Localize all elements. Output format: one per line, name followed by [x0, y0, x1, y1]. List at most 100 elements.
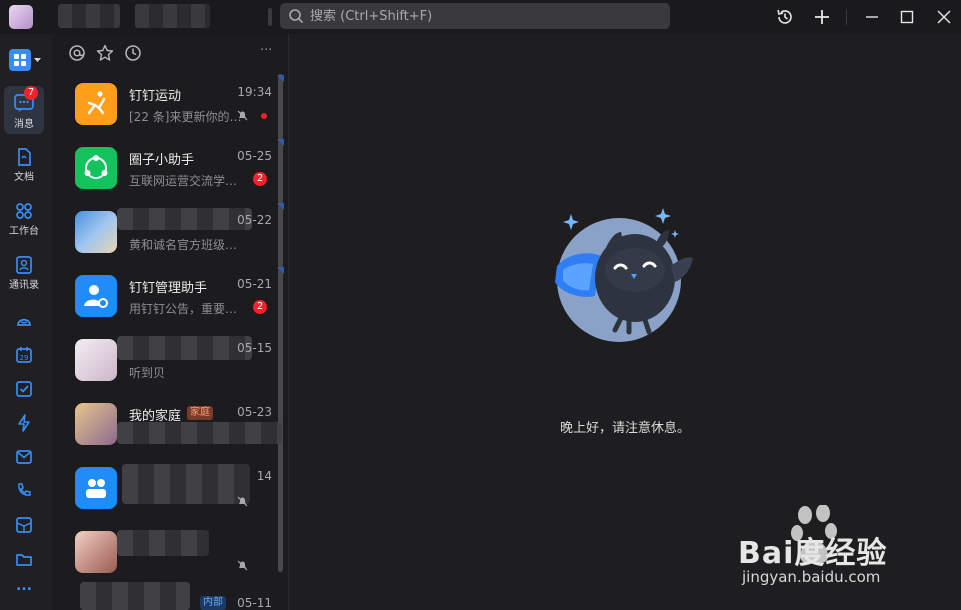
- chat-item-family[interactable]: 我的家庭 家庭 05-23: [72, 394, 282, 452]
- owl-mascot-illustration: [555, 208, 693, 342]
- chat-avatar: [75, 83, 117, 125]
- chat-time: 14: [256, 469, 272, 483]
- chat-item-circle-helper[interactable]: 圈子小助手 05-25 互联网运营交流学习圈 2: [72, 138, 284, 196]
- watermark-brand: Bai度经验: [738, 536, 888, 571]
- chat-avatar: [75, 147, 117, 189]
- chat-time: 05-21: [237, 277, 272, 291]
- watermark-url: jingyan.baidu.com: [742, 568, 881, 586]
- nav-messages-label: 消息: [14, 119, 34, 130]
- chat-avatar: [75, 211, 117, 253]
- chat-time: 05-25: [237, 149, 272, 163]
- admin-user-icon: [84, 285, 108, 308]
- workspace-switcher[interactable]: [9, 49, 43, 74]
- chat-preview: 黄和诚名官方班级群...: [129, 238, 247, 252]
- add-button[interactable]: [810, 5, 834, 29]
- blurred-chat-name: [117, 336, 252, 360]
- chat-preview: 听到贝: [129, 366, 166, 380]
- clock-icon[interactable]: [124, 44, 142, 62]
- nav-folder[interactable]: [4, 549, 44, 569]
- mail-icon: [16, 450, 32, 464]
- pin-corner: [277, 75, 284, 82]
- blurred-org-name: [135, 4, 210, 28]
- nav-calendar[interactable]: 29: [4, 345, 44, 365]
- mention-icon[interactable]: [68, 44, 86, 62]
- nav-docs[interactable]: 文档: [4, 147, 44, 183]
- mute-bell-icon: [237, 496, 248, 507]
- checkbox-icon: [16, 381, 32, 397]
- chat-list-pane: ··· 钉钉运动 19:34 [22 条]来更新你的运动数据吧 圈子小助手 05…: [52, 34, 289, 610]
- nav-rail: 消息 7 文档 工作台 通讯录 29 ...: [0, 34, 52, 610]
- close-button[interactable]: [932, 5, 956, 29]
- chat-avatar: [75, 467, 117, 509]
- blurred-chat-name: [117, 208, 252, 230]
- messages-unread-badge: 7: [24, 86, 38, 100]
- folder-icon: [16, 554, 32, 566]
- search-input[interactable]: [310, 8, 650, 24]
- history-icon: [777, 9, 792, 24]
- plus-icon: [815, 10, 829, 24]
- chat-time: 05-15: [237, 341, 272, 355]
- workbench-icon: [16, 203, 32, 219]
- pin-corner: [277, 139, 284, 146]
- chat-name: 圈子小助手: [129, 153, 195, 168]
- chat-preview: 用钉钉公告，重要信息: [129, 302, 247, 316]
- grid-apps-icon: [9, 49, 41, 71]
- chat-list-header: ···: [52, 34, 288, 70]
- chat-item-ding-sport[interactable]: 钉钉运动 19:34 [22 条]来更新你的运动数据吧: [72, 74, 284, 132]
- nav-workbench[interactable]: 工作台: [4, 201, 44, 237]
- blurred-chat-name: [117, 530, 209, 556]
- chat-time: 19:34: [237, 85, 272, 99]
- minimize-button[interactable]: [860, 5, 884, 29]
- search-bar[interactable]: [280, 3, 670, 29]
- chat-list-scrollbar[interactable]: [278, 74, 283, 572]
- chat-item-work-group[interactable]: 14: [72, 458, 272, 516]
- running-icon: [87, 91, 106, 115]
- chat-item-blurred-2[interactable]: [72, 522, 272, 580]
- maximize-button[interactable]: [895, 5, 919, 29]
- group-icon: [86, 479, 106, 498]
- nav-phone[interactable]: [4, 481, 44, 501]
- titlebar-divider: [846, 9, 847, 25]
- title-bar: [0, 0, 961, 34]
- nav-box[interactable]: [4, 515, 44, 535]
- nav-ding[interactable]: [4, 311, 44, 331]
- star-icon[interactable]: [96, 44, 114, 62]
- nav-contacts[interactable]: 通讯录: [4, 255, 44, 291]
- nav-workbench-label: 工作台: [9, 226, 39, 237]
- blurred-chat-name: [122, 464, 250, 504]
- chat-avatar: [75, 531, 117, 573]
- lightning-icon: [18, 414, 30, 432]
- blurred-username: [58, 4, 120, 28]
- calendar-day: 29: [20, 354, 29, 362]
- maximize-icon: [900, 10, 914, 24]
- greeting-text: 晚上好，请注意休息。: [559, 421, 690, 436]
- nav-more[interactable]: ...: [4, 578, 44, 594]
- nav-mail[interactable]: [4, 447, 44, 467]
- chat-avatar: [75, 403, 117, 445]
- chat-item-blurred-1[interactable]: 05-15 听到贝: [72, 330, 272, 388]
- nav-docs-label: 文档: [14, 172, 34, 183]
- chat-item-class-group[interactable]: 05-22 黄和诚名官方班级群...: [72, 202, 284, 260]
- calendar-icon: 29: [16, 347, 32, 363]
- nav-contacts-label: 通讯录: [9, 280, 39, 291]
- nav-todo[interactable]: [4, 379, 44, 399]
- search-icon: [289, 9, 303, 23]
- phone-icon: [18, 483, 31, 496]
- pin-corner: [277, 203, 284, 210]
- blurred-chat-name: [80, 582, 190, 610]
- list-more-button[interactable]: ···: [260, 43, 272, 58]
- contacts-icon: [16, 256, 32, 274]
- circle-network-icon: [84, 155, 108, 179]
- nav-flash[interactable]: [4, 413, 44, 433]
- collapse-handle-icon[interactable]: [266, 8, 274, 26]
- history-button[interactable]: [773, 5, 797, 29]
- nav-messages[interactable]: 消息 7: [4, 86, 44, 134]
- document-icon: [18, 148, 31, 166]
- box-icon: [16, 517, 32, 533]
- chat-item-internal[interactable]: 内部 05-11: [72, 578, 272, 610]
- user-avatar[interactable]: [9, 5, 33, 29]
- blurred-chat-preview: [117, 422, 282, 444]
- ding-icon: [17, 318, 31, 326]
- chat-item-admin-helper[interactable]: 钉钉管理助手 05-21 用钉钉公告，重要信息 2: [72, 266, 284, 324]
- mute-bell-icon: [237, 560, 248, 571]
